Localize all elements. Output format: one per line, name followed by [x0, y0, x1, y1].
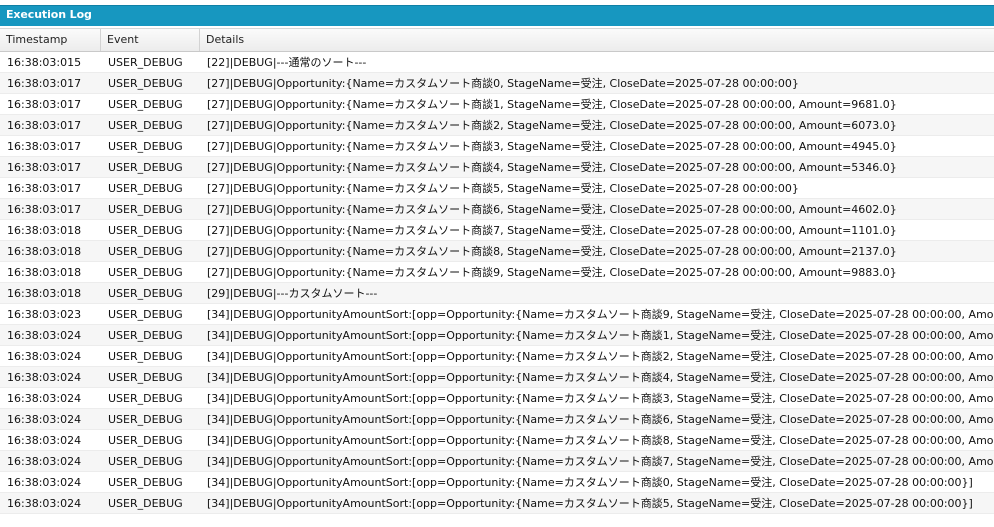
event-cell: USER_DEBUG	[108, 140, 183, 153]
table-row[interactable]: 16:38:03:017 USER_DEBUG [27]|DEBUG|Opportu…	[0, 199, 994, 220]
event-cell: USER_DEBUG	[108, 371, 183, 384]
timestamp-cell: 16:38:03:024	[7, 434, 82, 447]
details-cell: [29]|DEBUG|---カスタムソート---	[207, 287, 378, 300]
timestamp-cell: 16:38:03:024	[7, 371, 82, 384]
timestamp-cell: 16:38:03:024	[7, 329, 82, 342]
table-row[interactable]: 16:38:03:023 USER_DEBUG [34]|DEBUG|Opportu…	[0, 304, 994, 325]
event-cell: USER_DEBUG	[108, 182, 183, 195]
timestamp-cell: 16:38:03:023	[7, 308, 82, 321]
column-header-event[interactable]: Event	[101, 29, 200, 51]
event-cell: USER_DEBUG	[108, 119, 183, 132]
timestamp-cell: 16:38:03:024	[7, 476, 82, 489]
details-cell: [34]|DEBUG|OpportunityAmountSort:[opp=Op…	[207, 476, 973, 489]
event-cell: USER_DEBUG	[108, 350, 183, 363]
table-row[interactable]: 16:38:03:024 USER_DEBUG [34]|DEBUG|Opportu…	[0, 430, 994, 451]
details-cell: [27]|DEBUG|Opportunity:{Name=カスタムソート商談7,…	[207, 224, 897, 237]
execution-log-panel: Execution Log Timestamp Event Details 16…	[0, 0, 994, 527]
table-row[interactable]: 16:38:03:017 USER_DEBUG [27]|DEBUG|Opportu…	[0, 94, 994, 115]
table-row[interactable]: 16:38:03:024 USER_DEBUG [34]|DEBUG|Opportu…	[0, 325, 994, 346]
table-row[interactable]: 16:38:03:018 USER_DEBUG [27]|DEBUG|Opportu…	[0, 220, 994, 241]
timestamp-cell: 16:38:03:017	[7, 98, 82, 111]
table-row[interactable]: 16:38:03:017 USER_DEBUG [27]|DEBUG|Opportu…	[0, 178, 994, 199]
table-row[interactable]: 16:38:03:018 USER_DEBUG [27]|DEBUG|Opportu…	[0, 241, 994, 262]
event-cell: USER_DEBUG	[108, 476, 183, 489]
column-header-timestamp[interactable]: Timestamp	[0, 29, 101, 51]
timestamp-cell: 16:38:03:024	[7, 413, 82, 426]
details-cell: [27]|DEBUG|Opportunity:{Name=カスタムソート商談8,…	[207, 245, 897, 258]
table-header: Timestamp Event Details	[0, 28, 994, 52]
event-cell: USER_DEBUG	[108, 56, 183, 69]
event-cell: USER_DEBUG	[108, 455, 183, 468]
details-cell: [27]|DEBUG|Opportunity:{Name=カスタムソート商談4,…	[207, 161, 897, 174]
event-cell: USER_DEBUG	[108, 266, 183, 279]
table-row[interactable]: 16:38:03:024 USER_DEBUG [34]|DEBUG|Opportu…	[0, 493, 994, 514]
event-cell: USER_DEBUG	[108, 224, 183, 237]
table-row[interactable]: 16:38:03:015 USER_DEBUG [22]|DEBUG|---通常のソ…	[0, 52, 994, 73]
table-row[interactable]: 16:38:03:024 USER_DEBUG [34]|DEBUG|Opportu…	[0, 472, 994, 493]
log-table: Timestamp Event Details 16:38:03:015 USER…	[0, 28, 994, 514]
timestamp-cell: 16:38:03:024	[7, 392, 82, 405]
table-row[interactable]: 16:38:03:024 USER_DEBUG [34]|DEBUG|Opportu…	[0, 346, 994, 367]
details-cell: [27]|DEBUG|Opportunity:{Name=カスタムソート商談6,…	[207, 203, 897, 216]
timestamp-cell: 16:38:03:017	[7, 203, 82, 216]
details-cell: [27]|DEBUG|Opportunity:{Name=カスタムソート商談2,…	[207, 119, 897, 132]
event-cell: USER_DEBUG	[108, 203, 183, 216]
details-cell: [27]|DEBUG|Opportunity:{Name=カスタムソート商談9,…	[207, 266, 897, 279]
details-cell: [34]|DEBUG|OpportunityAmountSort:[opp=Op…	[207, 371, 994, 384]
event-cell: USER_DEBUG	[108, 161, 183, 174]
details-cell: [34]|DEBUG|OpportunityAmountSort:[opp=Op…	[207, 350, 994, 363]
timestamp-cell: 16:38:03:018	[7, 266, 82, 279]
details-cell: [34]|DEBUG|OpportunityAmountSort:[opp=Op…	[207, 455, 994, 468]
table-row[interactable]: 16:38:03:024 USER_DEBUG [34]|DEBUG|Opportu…	[0, 451, 994, 472]
details-cell: [34]|DEBUG|OpportunityAmountSort:[opp=Op…	[207, 497, 973, 510]
details-cell: [34]|DEBUG|OpportunityAmountSort:[opp=Op…	[207, 413, 994, 426]
event-cell: USER_DEBUG	[108, 308, 183, 321]
timestamp-cell: 16:38:03:024	[7, 455, 82, 468]
timestamp-cell: 16:38:03:018	[7, 224, 82, 237]
timestamp-cell: 16:38:03:017	[7, 182, 82, 195]
event-cell: USER_DEBUG	[108, 98, 183, 111]
details-cell: [34]|DEBUG|OpportunityAmountSort:[opp=Op…	[207, 308, 994, 321]
event-cell: USER_DEBUG	[108, 245, 183, 258]
column-header-details[interactable]: Details	[200, 29, 994, 51]
event-cell: USER_DEBUG	[108, 287, 183, 300]
table-row[interactable]: 16:38:03:018 USER_DEBUG [27]|DEBUG|Opportu…	[0, 262, 994, 283]
details-cell: [27]|DEBUG|Opportunity:{Name=カスタムソート商談3,…	[207, 140, 897, 153]
details-cell: [34]|DEBUG|OpportunityAmountSort:[opp=Op…	[207, 392, 994, 405]
table-row[interactable]: 16:38:03:017 USER_DEBUG [27]|DEBUG|Opportu…	[0, 73, 994, 94]
event-cell: USER_DEBUG	[108, 413, 183, 426]
timestamp-cell: 16:38:03:017	[7, 119, 82, 132]
event-cell: USER_DEBUG	[108, 434, 183, 447]
table-body: 16:38:03:015 USER_DEBUG [22]|DEBUG|---通常のソ…	[0, 52, 994, 514]
timestamp-cell: 16:38:03:024	[7, 497, 82, 510]
table-row[interactable]: 16:38:03:024 USER_DEBUG [34]|DEBUG|Opportu…	[0, 409, 994, 430]
table-row[interactable]: 16:38:03:018 USER_DEBUG [29]|DEBUG|---カスタム…	[0, 283, 994, 304]
event-cell: USER_DEBUG	[108, 329, 183, 342]
details-cell: [27]|DEBUG|Opportunity:{Name=カスタムソート商談0,…	[207, 77, 799, 90]
table-row[interactable]: 16:38:03:017 USER_DEBUG [27]|DEBUG|Opportu…	[0, 136, 994, 157]
event-cell: USER_DEBUG	[108, 497, 183, 510]
details-cell: [27]|DEBUG|Opportunity:{Name=カスタムソート商談5,…	[207, 182, 799, 195]
details-cell: [22]|DEBUG|---通常のソート---	[207, 56, 367, 69]
table-row[interactable]: 16:38:03:017 USER_DEBUG [27]|DEBUG|Opportu…	[0, 115, 994, 136]
table-row[interactable]: 16:38:03:024 USER_DEBUG [34]|DEBUG|Opportu…	[0, 367, 994, 388]
timestamp-cell: 16:38:03:018	[7, 245, 82, 258]
timestamp-cell: 16:38:03:017	[7, 140, 82, 153]
table-row[interactable]: 16:38:03:024 USER_DEBUG [34]|DEBUG|Opportu…	[0, 388, 994, 409]
timestamp-cell: 16:38:03:015	[7, 56, 82, 69]
event-cell: USER_DEBUG	[108, 77, 183, 90]
panel-title: Execution Log	[6, 8, 92, 21]
timestamp-cell: 16:38:03:017	[7, 77, 82, 90]
details-cell: [34]|DEBUG|OpportunityAmountSort:[opp=Op…	[207, 329, 994, 342]
timestamp-cell: 16:38:03:018	[7, 287, 82, 300]
event-cell: USER_DEBUG	[108, 392, 183, 405]
timestamp-cell: 16:38:03:024	[7, 350, 82, 363]
details-cell: [27]|DEBUG|Opportunity:{Name=カスタムソート商談1,…	[207, 98, 897, 111]
panel-title-bar: Execution Log	[0, 5, 994, 26]
details-cell: [34]|DEBUG|OpportunityAmountSort:[opp=Op…	[207, 434, 994, 447]
timestamp-cell: 16:38:03:017	[7, 161, 82, 174]
table-row[interactable]: 16:38:03:017 USER_DEBUG [27]|DEBUG|Opportu…	[0, 157, 994, 178]
